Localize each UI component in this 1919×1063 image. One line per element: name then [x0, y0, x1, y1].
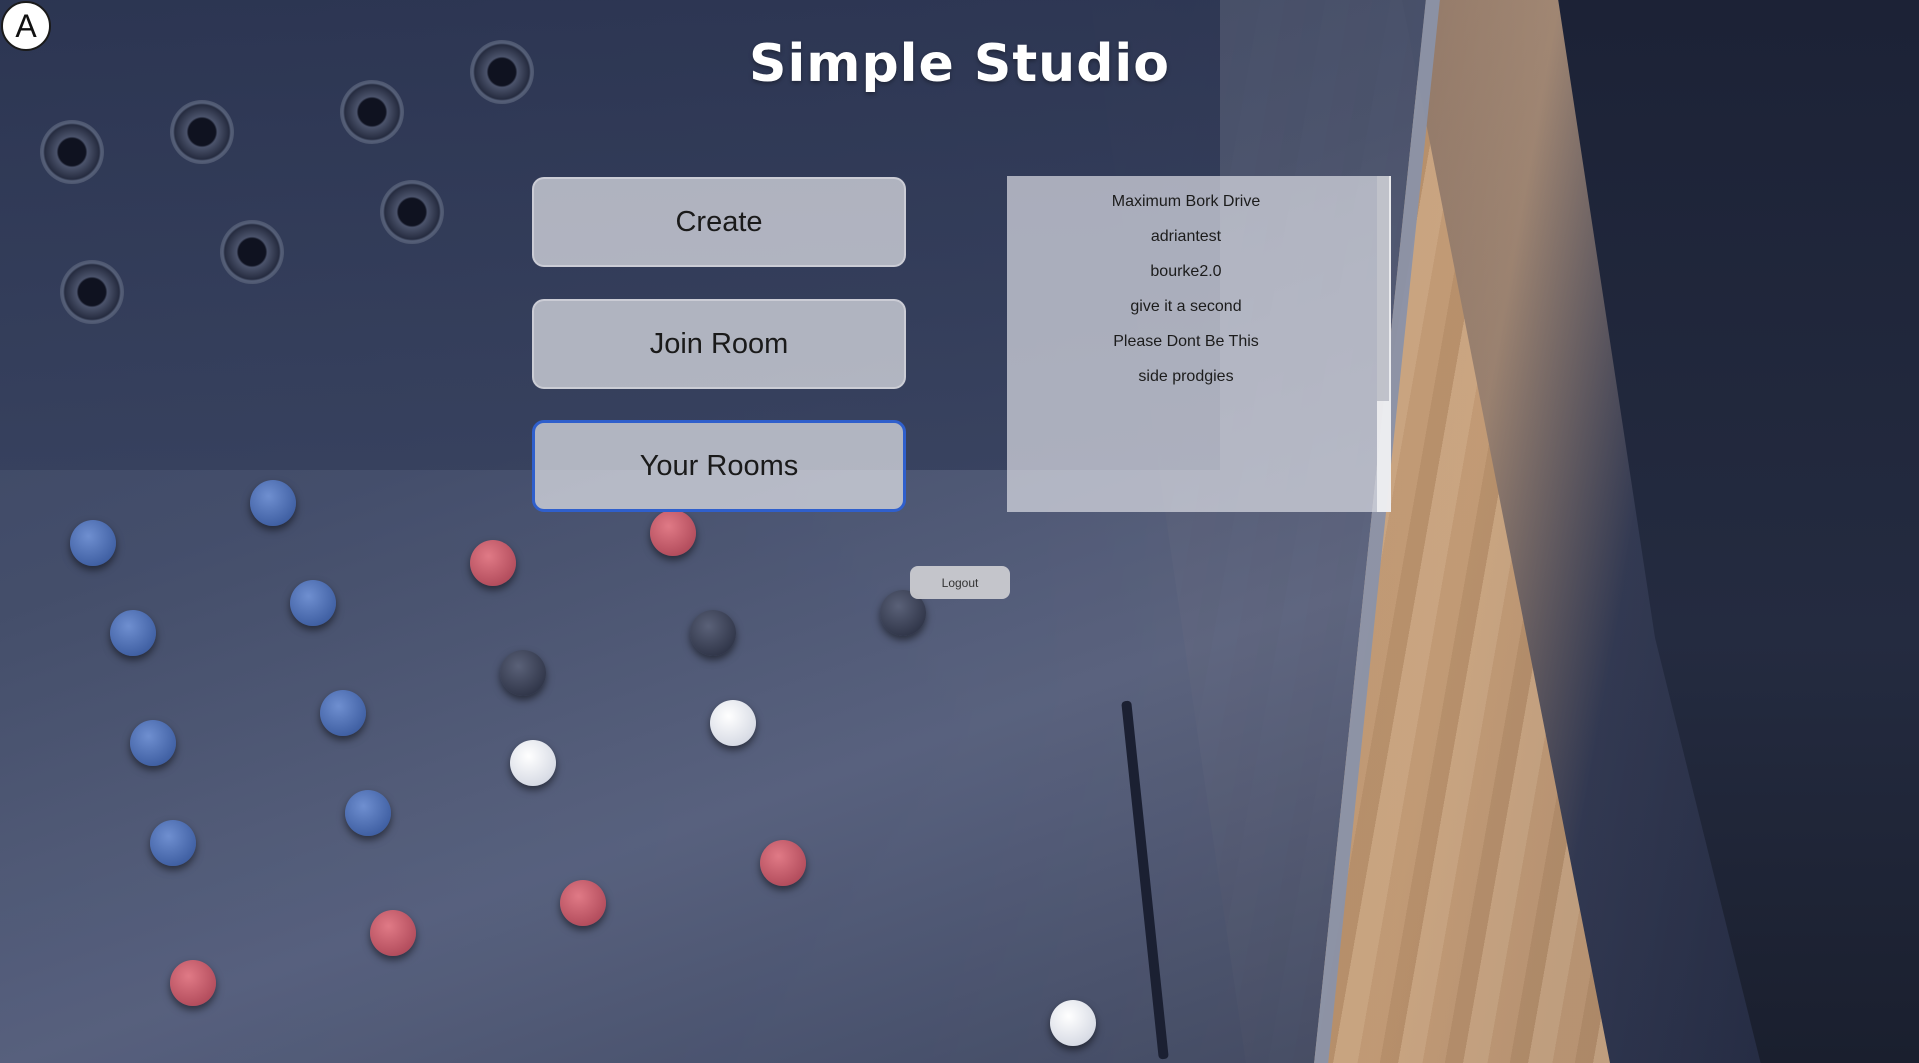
background-knob [320, 690, 366, 736]
app-title: Simple Studio [749, 34, 1170, 94]
your-rooms-button-label: Your Rooms [639, 449, 799, 482]
room-list-item[interactable]: Maximum Bork Drive [1007, 184, 1365, 219]
background-knob [150, 820, 196, 866]
background-jack [380, 180, 444, 244]
background-knob [250, 480, 296, 526]
background-knob [70, 520, 116, 566]
join-room-button-label: Join Room [649, 327, 789, 360]
rooms-scrollbar-thumb[interactable] [1377, 176, 1389, 401]
background-knob [500, 650, 546, 696]
rooms-list-panel: Maximum Bork Drive adriantest bourke2.0 … [1007, 176, 1391, 512]
create-button[interactable]: Create [532, 177, 906, 267]
room-list-item[interactable]: Please Dont Be This [1007, 324, 1365, 359]
background-knob [560, 880, 606, 926]
rooms-scrollbar[interactable] [1377, 176, 1391, 512]
background-knob [710, 700, 756, 746]
background-knob [1050, 1000, 1096, 1046]
background-knob [470, 540, 516, 586]
logout-button[interactable]: Logout [910, 566, 1010, 599]
background-knob [130, 720, 176, 766]
background-knob [170, 960, 216, 1006]
background-knob [290, 580, 336, 626]
create-button-label: Create [675, 205, 763, 238]
room-list-item[interactable]: give it a second [1007, 289, 1365, 324]
background-knob [760, 840, 806, 886]
background-photo [0, 0, 1919, 1063]
background-jack [220, 220, 284, 284]
room-list-item[interactable]: bourke2.0 [1007, 254, 1365, 289]
background-jack [40, 120, 104, 184]
background-knob [690, 610, 736, 656]
join-room-button[interactable]: Join Room [532, 299, 906, 389]
app-screen: A Simple Studio Create Join Room Your Ro… [0, 0, 1919, 1063]
room-list-item[interactable]: side prodgies [1007, 359, 1365, 394]
your-rooms-button[interactable]: Your Rooms [532, 420, 906, 512]
background-knob [370, 910, 416, 956]
logout-button-label: Logout [941, 575, 979, 590]
background-jack [60, 260, 124, 324]
background-knob [345, 790, 391, 836]
background-jack [170, 100, 234, 164]
room-list-item[interactable]: adriantest [1007, 219, 1365, 254]
background-knob [110, 610, 156, 656]
background-knob [510, 740, 556, 786]
background-knob [650, 510, 696, 556]
rooms-list: Maximum Bork Drive adriantest bourke2.0 … [1007, 176, 1365, 512]
